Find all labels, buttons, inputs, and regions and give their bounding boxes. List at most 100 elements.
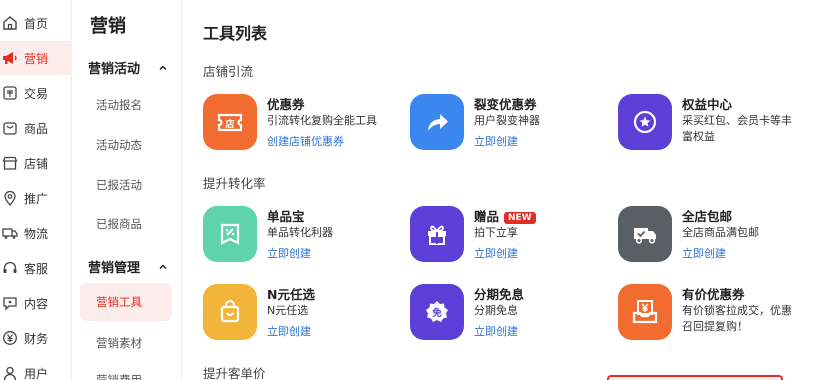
create-link[interactable]: 立即创建: [474, 133, 518, 149]
tool-name: N元任选: [267, 287, 315, 302]
create-link[interactable]: 立即创建: [474, 323, 518, 339]
tool-desc: 有价锁客拉成交，优惠召回提复购！: [682, 304, 792, 333]
submenu-item[interactable]: 营销素材: [96, 335, 142, 351]
tool-name: 全店包邮: [682, 209, 733, 224]
nav-item-store[interactable]: 店铺: [0, 146, 72, 180]
submenu-group-label: 营销管理: [88, 261, 141, 276]
megaphone-icon: [2, 50, 18, 66]
bag-icon: [2, 120, 18, 136]
tool-name: 优惠券: [267, 97, 305, 112]
transaction-icon: [2, 85, 18, 101]
tool-name: 分期免息: [474, 287, 525, 302]
tool-desc: N元任选: [267, 304, 309, 317]
tool-card-single-item[interactable]: 单品宝 单品转化利器 立即创建: [203, 206, 403, 264]
tool-desc: 全店商品满包邮: [682, 226, 759, 239]
nav-label: 物流: [24, 226, 49, 241]
nav-item-user[interactable]: 用户: [0, 356, 72, 380]
create-link[interactable]: 立即创建: [267, 323, 311, 339]
tool-desc: 分期免息: [474, 304, 518, 317]
svg-text:店: 店: [225, 118, 234, 130]
submenu-item[interactable]: 活动动态: [96, 137, 142, 153]
tool-desc: 拍下立享: [474, 226, 518, 239]
submenu-item[interactable]: 营销费用: [96, 372, 142, 380]
interest-free-icon: 免: [410, 284, 464, 340]
tool-name: 赠品 NEW: [474, 206, 536, 225]
nav-item-service[interactable]: 客服: [0, 251, 72, 285]
section-title: 店铺引流: [203, 64, 254, 79]
headset-icon: [2, 260, 18, 276]
create-coupon-link[interactable]: 创建店铺优惠券: [267, 133, 344, 149]
new-badge: NEW: [504, 212, 536, 224]
star-badge-icon: [618, 94, 672, 150]
percent-tag-icon: [203, 206, 257, 262]
submenu-group-label: 营销活动: [88, 62, 141, 77]
nav-label: 商品: [24, 121, 49, 136]
chevron-up-icon: [159, 263, 167, 269]
nav-item-promotion[interactable]: 推广: [0, 181, 72, 215]
tool-desc: 单品转化利器: [267, 226, 333, 239]
user-icon: [2, 365, 18, 380]
nav-label: 首页: [24, 16, 49, 31]
tool-desc: 用户裂变神器: [474, 114, 540, 127]
submenu-group-management[interactable]: 营销管理: [88, 257, 168, 276]
nav-label: 用户: [24, 366, 49, 380]
create-link[interactable]: 立即创建: [474, 245, 518, 261]
store-icon: [2, 155, 18, 171]
submenu-item[interactable]: 已报商品: [96, 216, 142, 232]
primary-nav: 首页 营销 交易 商品 店铺 推广 物流 客服 内容 财务 用户: [0, 0, 72, 380]
tool-desc: 引流转化复购全能工具: [267, 114, 377, 127]
tool-card-installment[interactable]: 免 分期免息 分期免息 立即创建: [410, 284, 610, 342]
tool-card-free-shipping[interactable]: 全店包邮 全店商品满包邮 立即创建: [618, 206, 818, 264]
main-content: 工具列表 店铺引流 店 优惠券 引流转化复购全能工具 创建店铺优惠券 裂变优惠券…: [182, 0, 835, 380]
location-pin-icon: [2, 190, 18, 206]
nav-label: 店铺: [24, 156, 49, 171]
chat-icon: [2, 295, 18, 311]
section-title: 提升转化率: [203, 176, 266, 191]
tool-desc: 采买红包、会员卡等丰富权益: [682, 114, 792, 143]
nav-label: 客服: [24, 261, 49, 276]
nav-label: 推广: [24, 191, 49, 206]
highlighted-card-edge[interactable]: [607, 375, 783, 380]
page-title: 工具列表: [203, 24, 268, 43]
nav-label: 财务: [24, 331, 49, 346]
svg-text:免: 免: [432, 307, 442, 319]
tool-name-text: 赠品: [474, 209, 500, 224]
nav-item-finance[interactable]: 财务: [0, 321, 72, 355]
submenu-item[interactable]: 活动报名: [96, 97, 142, 113]
nav-item-content[interactable]: 内容: [0, 286, 72, 320]
delivery-truck-icon: [618, 206, 672, 262]
nav-item-logistics[interactable]: 物流: [0, 216, 72, 250]
nav-label: 内容: [24, 296, 49, 311]
create-link[interactable]: 立即创建: [267, 245, 311, 261]
nav-item-home[interactable]: 首页: [0, 6, 72, 40]
gift-icon: [410, 206, 464, 262]
submenu-item-active[interactable]: 营销工具: [80, 283, 172, 321]
shopping-bag-icon: [203, 284, 257, 340]
tool-card-benefit-center[interactable]: 权益中心 采买红包、会员卡等丰富权益: [618, 94, 818, 152]
create-link[interactable]: 立即创建: [682, 245, 726, 261]
nav-label: 交易: [24, 86, 49, 101]
nav-item-goods[interactable]: 商品: [0, 111, 72, 145]
nav-item-trade[interactable]: 交易: [0, 76, 72, 110]
coupon-icon: 店: [203, 94, 257, 150]
tool-card-gift[interactable]: 赠品 NEW 拍下立享 立即创建: [410, 206, 610, 264]
tool-card-coupon[interactable]: 店 优惠券 引流转化复购全能工具 创建店铺优惠券: [203, 94, 403, 152]
tool-name: 单品宝: [267, 209, 305, 224]
submenu-panel: 营销 营销活动 活动报名 活动动态 已报活动 已报商品 营销管理 营销工具 营销…: [72, 0, 182, 380]
nav-label: 营销: [24, 51, 49, 66]
share-arrow-icon: [410, 94, 464, 150]
tool-name: 裂变优惠券: [474, 97, 537, 112]
tool-name: 有价优惠券: [682, 287, 745, 302]
tool-name: 权益中心: [682, 97, 733, 112]
voucher-yuan-icon: [618, 284, 672, 340]
section-title: 提升客单价: [203, 366, 266, 380]
submenu-group-activities[interactable]: 营销活动: [88, 58, 168, 77]
tool-card-fission-coupon[interactable]: 裂变优惠券 用户裂变神器 立即创建: [410, 94, 610, 152]
tool-card-paid-coupon[interactable]: 有价优惠券 有价锁客拉成交，优惠召回提复购！: [618, 284, 818, 342]
submenu-item[interactable]: 已报活动: [96, 177, 142, 193]
yuan-icon: [2, 330, 18, 346]
nav-item-marketing[interactable]: 营销: [0, 41, 72, 75]
tool-card-n-yuan[interactable]: N元任选 N元任选 立即创建: [203, 284, 403, 342]
chevron-up-icon: [159, 64, 167, 70]
submenu-title: 营销: [90, 16, 126, 37]
